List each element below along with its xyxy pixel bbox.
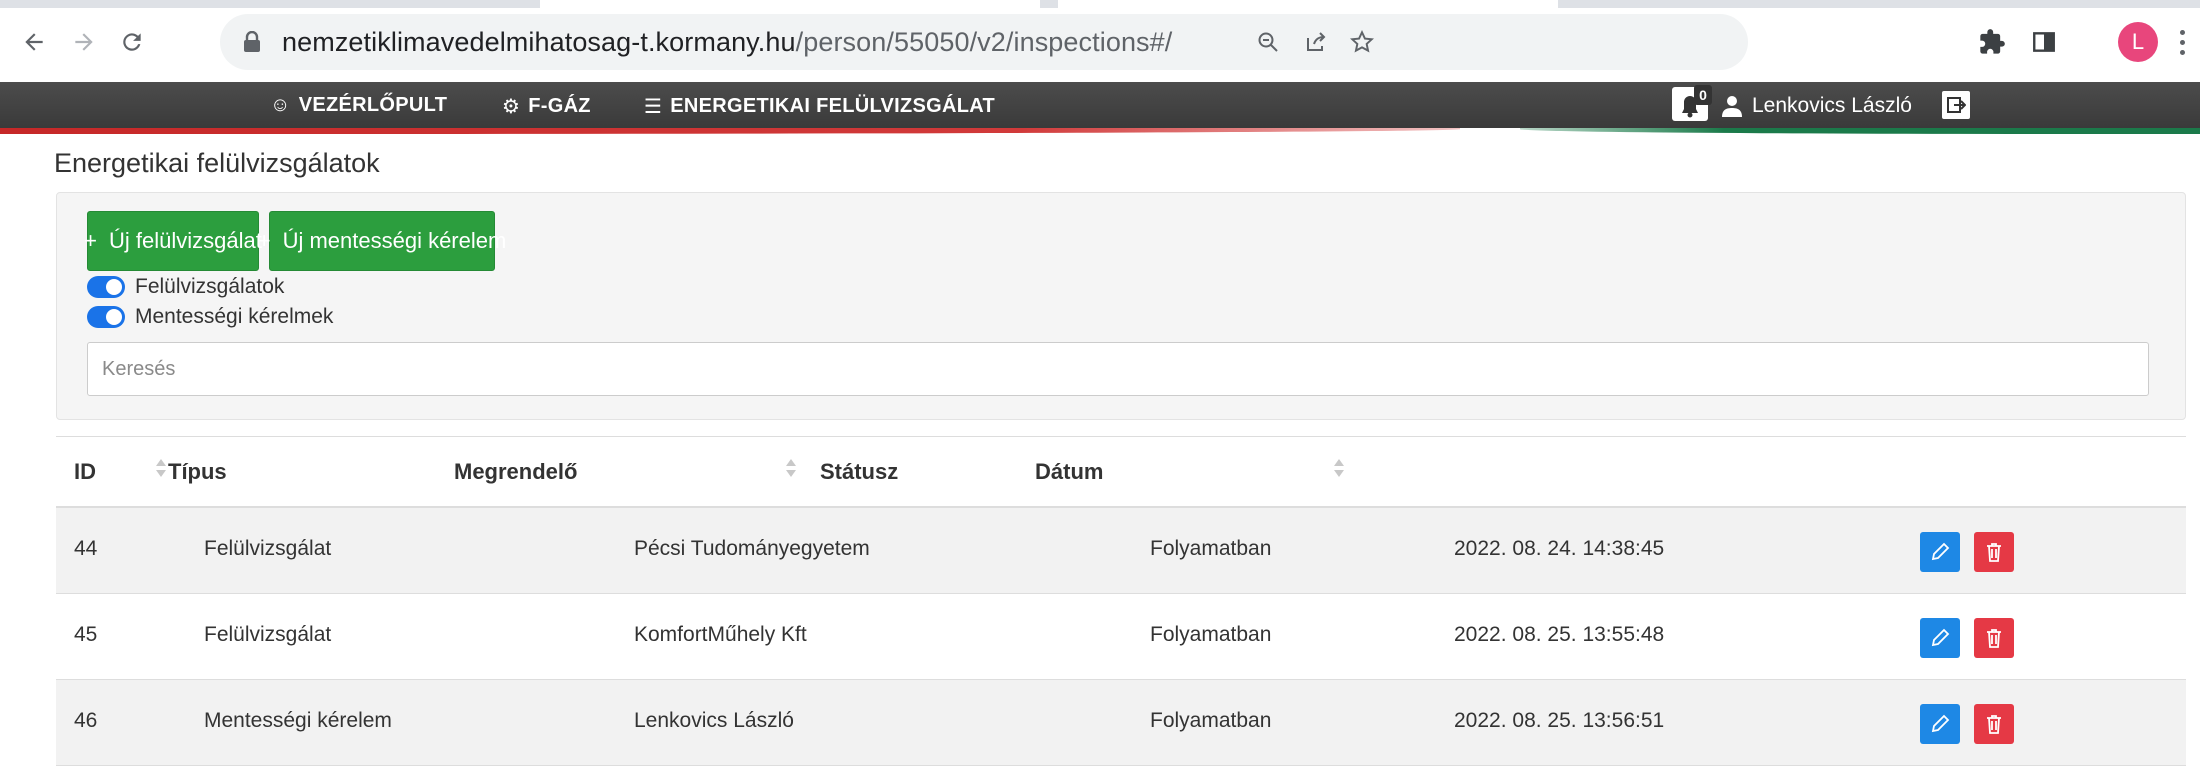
list-icon: ☰ [644,96,663,118]
cell-customer: Lenkovics László [634,709,794,732]
filter-panel: + Új felülvizsgálat + Új mentességi kére… [56,192,2186,420]
inspections-table: ID Típus Megrendelő Státusz Dátum 44 Fel… [56,436,2186,766]
toggle-row-exemptions[interactable]: Mentességi kérelmek [87,305,333,329]
active-tab[interactable] [540,0,1040,8]
table-row[interactable]: 46 Mentességi kérelem Lenkovics László F… [56,680,2186,766]
cell-customer: Pécsi Tudományegyetem [634,537,870,560]
nav-item-label: F-GÁZ [528,95,591,117]
back-icon[interactable] [14,22,54,62]
cell-date: 2022. 08. 24. 14:38:45 [1454,537,1665,560]
inactive-tab[interactable] [1058,0,1558,8]
page-title: Energetikai felülvizsgálatok [54,148,380,178]
nav-item-label: VEZÉRLŐPULT [298,94,448,116]
new-exemption-button[interactable]: + Új mentességi kérelem [258,211,506,271]
user-menu[interactable]: Lenkovics László [1722,94,1912,118]
new-inspection-label: Új felülvizsgálat [109,228,262,253]
column-header-type[interactable]: Típus [168,459,227,485]
cell-date: 2022. 08. 25. 13:56:51 [1454,709,1665,732]
table-header: ID Típus Megrendelő Státusz Dátum [56,436,2186,508]
new-inspection-button[interactable]: + Új felülvizsgálat [84,211,262,271]
plus-icon: + [84,228,98,253]
edit-button[interactable] [1920,618,1960,658]
inspections-toggle[interactable] [87,276,125,298]
pencil-icon [1931,628,1950,647]
gear-icon: ⚙ [502,96,521,118]
url-text[interactable]: nemzetiklimavedelmihatosag-t.kormany.hu/… [282,27,1172,58]
sort-icon[interactable] [156,457,166,481]
table-row[interactable]: 45 Felülvizsgálat KomfortMűhely Kft Foly… [56,594,2186,680]
column-header-date[interactable]: Dátum [1035,459,1103,485]
pencil-icon [1931,542,1950,561]
dashboard-icon: ☺ [270,94,291,116]
star-icon[interactable] [1346,26,1378,58]
sidepanel-icon[interactable] [2024,22,2064,62]
zoom-icon[interactable] [1252,26,1284,58]
cell-type: Felülvizsgálat [204,623,332,646]
sort-icon[interactable] [1334,457,1344,481]
delete-button[interactable] [1974,618,2014,658]
cell-id: 45 [74,623,98,646]
url-path: /person/55050/v2/inspections#/ [795,27,1173,57]
toggle-label: Felülvizsgálatok [135,275,285,298]
new-exemption-label: Új mentességi kérelem [282,228,507,253]
cell-type: Felülvizsgálat [204,537,332,560]
trash-icon [1987,629,2001,648]
forward-icon[interactable] [64,22,104,62]
cell-id: 44 [74,537,98,560]
cell-customer: KomfortMűhely Kft [634,623,807,646]
nav-item-dashboard[interactable]: ☺ VEZÉRLŐPULT [270,94,447,117]
url-host: nemzetiklimavedelmihatosag-t.kormany.hu [282,27,796,57]
user-icon [1722,96,1742,117]
toggle-label: Mentességi kérelmek [135,305,334,328]
sort-icon[interactable] [786,457,796,481]
profile-avatar[interactable]: L [2118,22,2158,62]
reload-icon[interactable] [112,22,152,62]
cell-id: 46 [74,709,98,732]
nav-item-fgas[interactable]: ⚙ F-GÁZ [502,94,591,119]
cell-status: Folyamatban [1150,709,1272,732]
toggle-row-inspections[interactable]: Felülvizsgálatok [87,275,284,299]
cell-status: Folyamatban [1150,623,1272,646]
table-row[interactable]: 44 Felülvizsgálat Pécsi Tudományegyetem … [56,508,2186,594]
trash-icon [1987,543,2001,562]
column-header-id[interactable]: ID [74,459,96,485]
nav-item-energy-inspection[interactable]: ☰ ENERGETIKAI FELÜLVIZSGÁLAT [644,94,995,119]
browser-chrome: nemzetiklimavedelmihatosag-t.kormany.hu/… [0,0,2200,82]
user-name: Lenkovics László [1752,94,1912,117]
header-stripe-green [1520,128,2200,134]
column-header-status[interactable]: Státusz [820,459,898,485]
search-input[interactable] [87,342,2149,396]
address-bar[interactable]: nemzetiklimavedelmihatosag-t.kormany.hu/… [220,14,1748,70]
cell-type: Mentességi kérelem [204,709,392,732]
exemptions-toggle[interactable] [87,306,125,328]
edit-button[interactable] [1920,704,1960,744]
share-icon[interactable] [1300,26,1332,58]
plus-icon: + [257,228,271,253]
delete-button[interactable] [1974,704,2014,744]
delete-button[interactable] [1974,532,2014,572]
logout-icon[interactable] [1942,91,1970,119]
extensions-icon[interactable] [1972,22,2012,62]
cell-status: Folyamatban [1150,537,1272,560]
tab-strip [0,0,2200,8]
cell-date: 2022. 08. 25. 13:55:48 [1454,623,1665,646]
nav-item-label: ENERGETIKAI FELÜLVIZSGÁLAT [670,95,996,117]
header-stripe-red [0,128,1460,134]
edit-button[interactable] [1920,532,1960,572]
notification-badge: 0 [1694,85,1712,105]
lock-icon[interactable] [242,30,262,53]
pencil-icon [1931,714,1950,733]
column-header-customer[interactable]: Megrendelő [454,459,577,485]
trash-icon [1987,715,2001,734]
menu-icon[interactable] [2168,22,2196,62]
